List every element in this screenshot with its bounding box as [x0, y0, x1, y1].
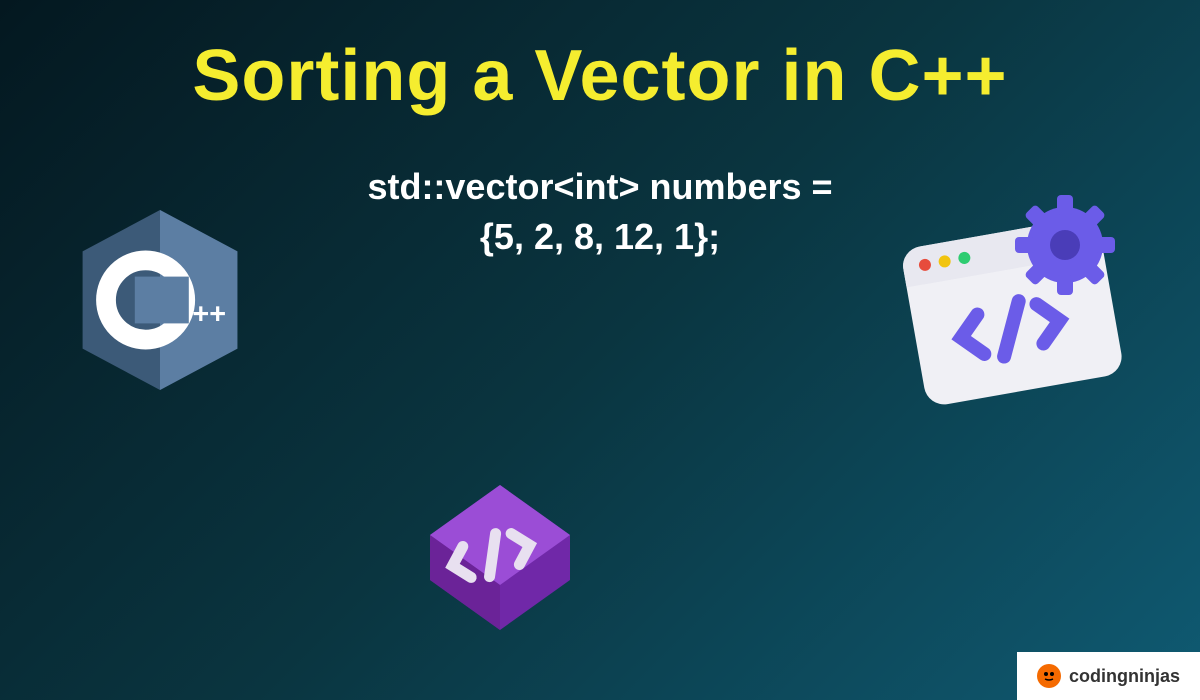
code-diamond-icon — [390, 460, 610, 660]
page-title: Sorting a Vector in C++ — [0, 0, 1200, 117]
cpp-logo-icon: ++ — [70, 200, 250, 400]
svg-text:++: ++ — [192, 298, 226, 330]
brand-logo-icon — [1037, 664, 1061, 688]
brand-badge: codingninjas — [1017, 652, 1200, 700]
brand-name: codingninjas — [1069, 666, 1180, 687]
browser-code-gear-icon — [870, 190, 1150, 470]
